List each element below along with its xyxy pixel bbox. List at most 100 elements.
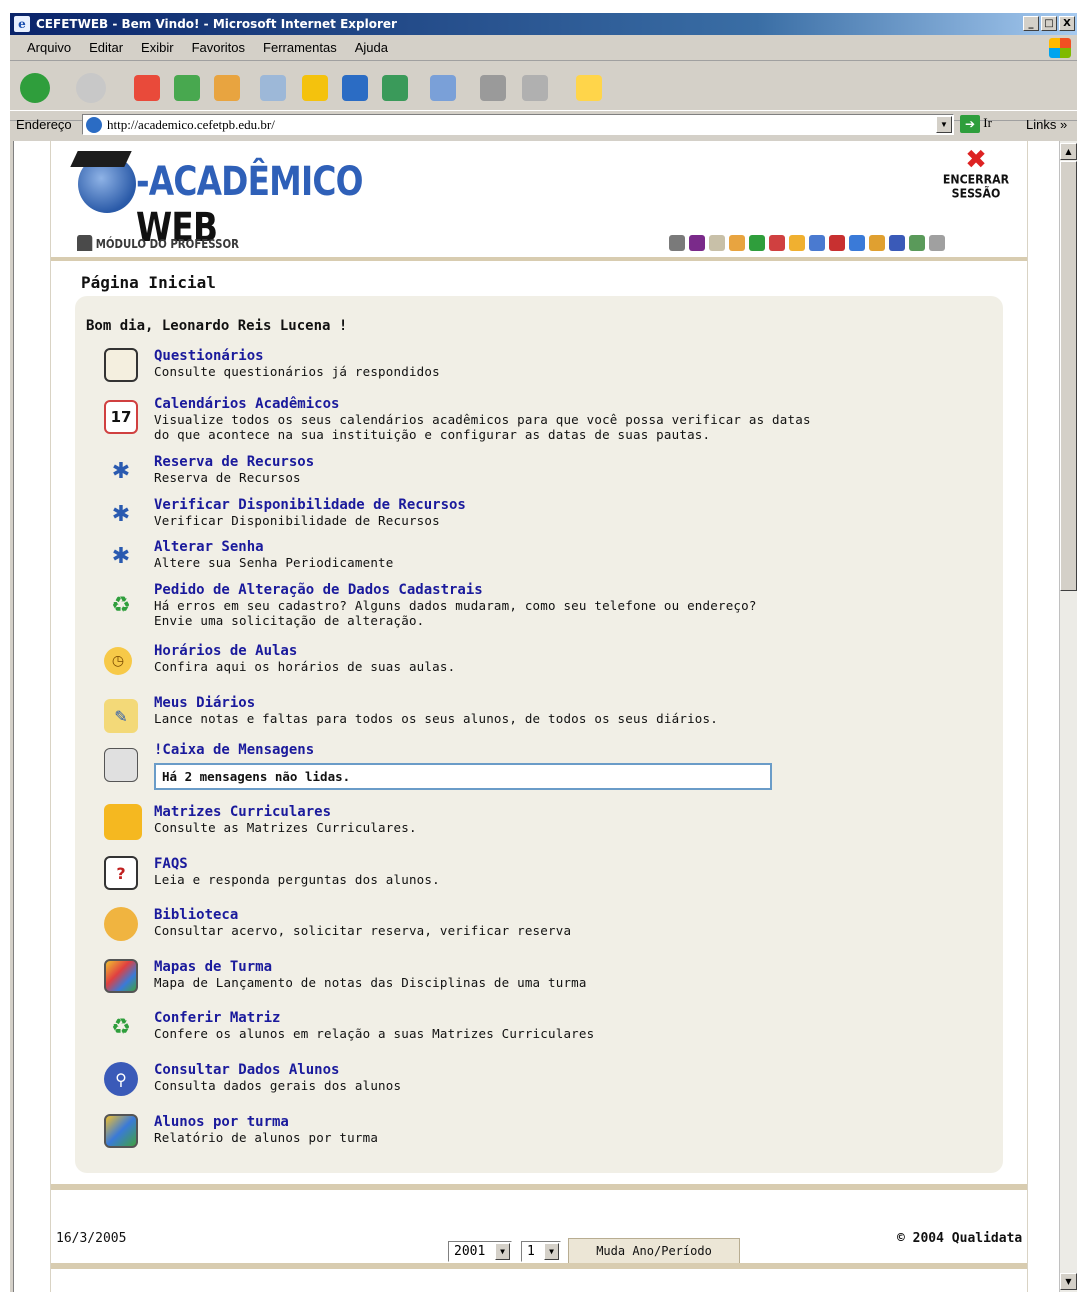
item-desc: Há erros em seu cadastro? Alguns dados m…	[154, 598, 757, 628]
history-icon[interactable]	[382, 75, 408, 101]
menu-item-biblioteca[interactable]: Biblioteca Consultar acervo, solicitar r…	[104, 907, 571, 941]
menu-item-calendarios[interactable]: 17 Calendários Acadêmicos Visualize todo…	[104, 396, 811, 442]
address-dropdown-icon[interactable]: ▼	[936, 116, 952, 133]
scroll-up-icon[interactable]: ▲	[1060, 143, 1077, 160]
student-grid-icon	[104, 1114, 138, 1148]
item-title[interactable]: Pedido de Alteração de Dados Cadastrais	[154, 582, 757, 598]
print-icon[interactable]	[480, 75, 506, 101]
item-title[interactable]: Mapas de Turma	[154, 959, 587, 975]
logout-button[interactable]: ✖ ENCERRAR SESSÃO	[941, 147, 1011, 201]
menu-item-senha[interactable]: ✱ Alterar Senha Altere sua Senha Periodi…	[112, 539, 394, 570]
item-title[interactable]: Alunos por turma	[154, 1114, 378, 1130]
menu-item-diarios[interactable]: ✎ Meus Diários Lance notas e faltas para…	[104, 695, 718, 733]
forward-icon[interactable]	[76, 73, 106, 103]
stop-icon[interactable]	[134, 75, 160, 101]
menu-item-mapas-turma[interactable]: Mapas de Turma Mapa de Lançamento de not…	[104, 959, 587, 993]
item-title[interactable]: !Caixa de Mensagens	[154, 742, 314, 758]
item-title[interactable]: Matrizes Curriculares	[154, 804, 417, 820]
close-button[interactable]: X	[1059, 16, 1075, 31]
refresh-icon[interactable]	[174, 75, 200, 101]
item-title[interactable]: Conferir Matriz	[154, 1010, 594, 1026]
message-box-icon	[104, 748, 138, 782]
window-title: CEFETWEB - Bem Vindo! - Microsoft Intern…	[36, 17, 397, 31]
menu-item-alunos-turma[interactable]: Alunos por turma Relatório de alunos por…	[104, 1114, 378, 1148]
calendar-quick-icon[interactable]	[769, 235, 785, 251]
item-title[interactable]: Consultar Dados Alunos	[154, 1062, 401, 1078]
item-title[interactable]: Horários de Aulas	[154, 643, 455, 659]
library-quick-icon[interactable]	[869, 235, 885, 251]
messenger-icon[interactable]	[576, 75, 602, 101]
go-button[interactable]: ➔ Ir	[960, 115, 992, 134]
item-desc: Altere sua Senha Periodicamente	[154, 555, 394, 570]
refresh-quick-icon[interactable]	[749, 235, 765, 251]
menu-item-conferir-matriz[interactable]: ♻ Conferir Matriz Confere os alunos em r…	[111, 1010, 594, 1041]
menu-ajuda[interactable]: Ajuda	[346, 40, 397, 55]
year-select[interactable]: 2001 ▼	[448, 1241, 512, 1262]
back-icon[interactable]	[20, 73, 50, 103]
menu-item-reserva[interactable]: ✱ Reserva de Recursos Reserva de Recurso…	[112, 454, 314, 485]
go-label: Ir	[983, 115, 992, 130]
item-title[interactable]: Biblioteca	[154, 907, 571, 923]
item-title[interactable]: FAQS	[154, 856, 440, 872]
gear-icon: ✱	[111, 543, 131, 569]
chevron-down-icon: ▼	[495, 1243, 510, 1260]
menu-item-matrizes[interactable]: Matrizes Curriculares Consulte as Matriz…	[104, 804, 417, 840]
page-frame: -ACADÊMICO WEB ✖ ENCERRAR SESSÃO MÓDULO …	[50, 141, 1028, 1292]
gear-quick-icon[interactable]	[809, 235, 825, 251]
page-viewport: -ACADÊMICO WEB ✖ ENCERRAR SESSÃO MÓDULO …	[13, 141, 1059, 1292]
item-title[interactable]: Meus Diários	[154, 695, 718, 711]
menu-ferramentas[interactable]: Ferramentas	[254, 40, 346, 55]
item-title[interactable]: Reserva de Recursos	[154, 454, 314, 470]
menu-item-dados-alunos[interactable]: ⚲ Consultar Dados Alunos Consulta dados …	[104, 1062, 401, 1096]
page-title: Página Inicial	[81, 273, 216, 292]
menu-favoritos[interactable]: Favoritos	[183, 40, 254, 55]
year-value: 2001	[454, 1244, 486, 1259]
menu-item-questionarios[interactable]: Questionários Consulte questionários já …	[104, 348, 440, 382]
clock-quick-icon[interactable]	[789, 235, 805, 251]
menu-exibir[interactable]: Exibir	[132, 40, 183, 55]
grid-quick-icon[interactable]	[849, 235, 865, 251]
book-icon	[104, 907, 138, 941]
menu-editar[interactable]: Editar	[80, 40, 132, 55]
help-quick-icon[interactable]	[929, 235, 945, 251]
gear-icon: ✱	[111, 501, 131, 527]
messages-quick-icon[interactable]	[669, 235, 685, 251]
page-icon	[86, 117, 102, 133]
address-input[interactable]: http://academico.cefetpb.edu.br/	[82, 114, 954, 135]
users-quick-icon[interactable]	[909, 235, 925, 251]
menu-item-horarios[interactable]: ◷ Horários de Aulas Confira aqui os horá…	[104, 643, 455, 675]
minimize-button[interactable]: _	[1023, 16, 1039, 31]
menu-item-faqs[interactable]: ? FAQS Leia e responda perguntas dos alu…	[104, 856, 440, 890]
search-quick-icon[interactable]	[889, 235, 905, 251]
edit-icon[interactable]	[522, 75, 548, 101]
vertical-scrollbar[interactable]: ▲ ▼	[1059, 141, 1077, 1292]
period-select[interactable]: 1 ▼	[521, 1241, 561, 1262]
menu-item-disponibilidade[interactable]: ✱ Verificar Disponibilidade de Recursos …	[112, 497, 466, 528]
item-title[interactable]: Calendários Acadêmicos	[154, 396, 811, 412]
unread-messages-notice: Há 2 mensagens não lidas.	[154, 763, 772, 790]
books-quick-icon[interactable]	[689, 235, 705, 251]
academico-web-logo: -ACADÊMICO WEB	[78, 149, 418, 251]
mail-icon[interactable]	[430, 75, 456, 101]
lock-quick-icon[interactable]	[729, 235, 745, 251]
home-icon[interactable]	[214, 75, 240, 101]
maximize-button[interactable]: □	[1041, 16, 1057, 31]
change-period-button[interactable]: Muda Ano/Período	[568, 1238, 740, 1264]
item-title[interactable]: Questionários	[154, 348, 440, 364]
favorites-icon[interactable]	[302, 75, 328, 101]
item-title[interactable]: Alterar Senha	[154, 539, 394, 555]
menu-item-mensagens[interactable]: !Caixa de Mensagens	[104, 742, 314, 782]
windows-logo-icon	[1049, 38, 1071, 58]
media-icon[interactable]	[342, 75, 368, 101]
menu-item-dados-cadastrais[interactable]: ♻ Pedido de Alteração de Dados Cadastrai…	[111, 582, 757, 628]
scroll-thumb[interactable]	[1060, 161, 1077, 591]
links-toolbar[interactable]: Links »	[1026, 117, 1067, 132]
faq-quick-icon[interactable]	[829, 235, 845, 251]
item-title[interactable]: Verificar Disponibilidade de Recursos	[154, 497, 466, 513]
scroll-down-icon[interactable]: ▼	[1060, 1273, 1077, 1290]
menu-arquivo[interactable]: Arquivo	[18, 40, 80, 55]
address-url: http://academico.cefetpb.edu.br/	[107, 117, 275, 132]
clipboard-quick-icon[interactable]	[709, 235, 725, 251]
professor-icon	[77, 235, 93, 251]
search-icon[interactable]	[260, 75, 286, 101]
